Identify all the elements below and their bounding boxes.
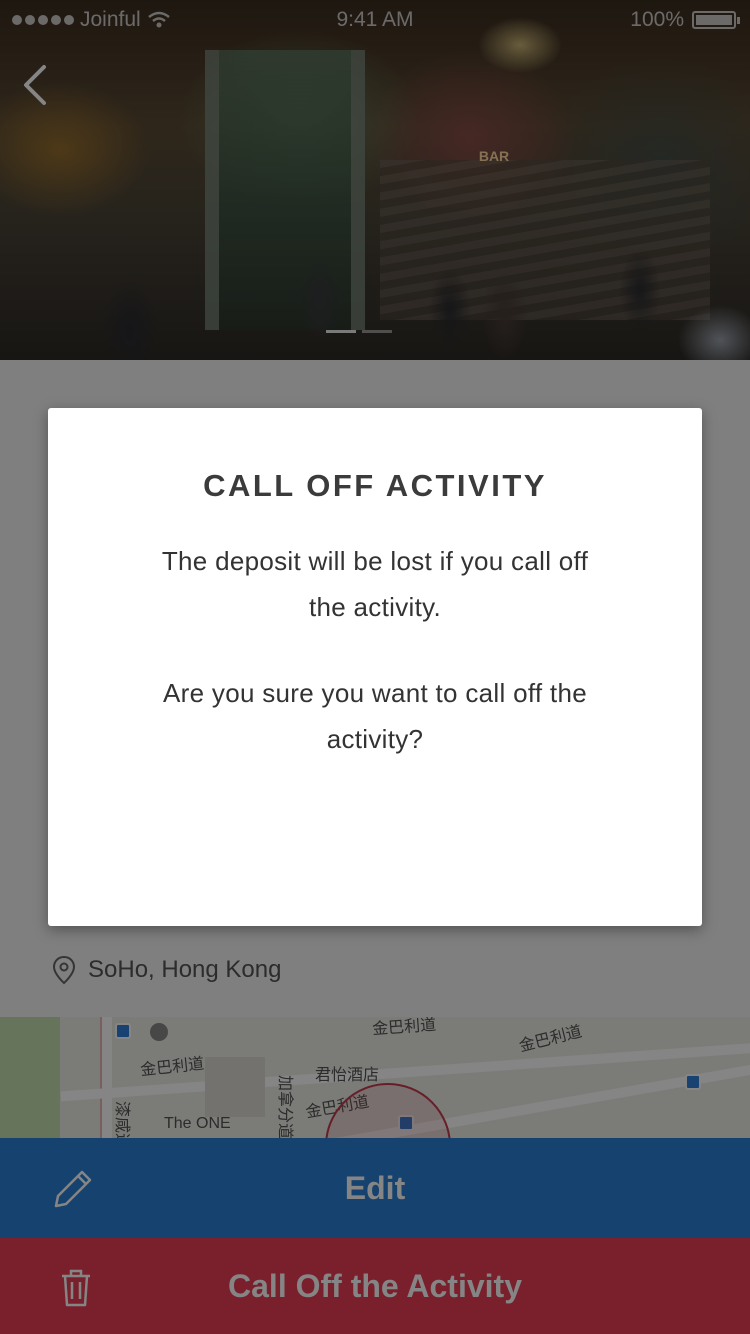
call-off-confirmation-dialog: CALL OFF ACTIVITY The deposit will be lo… [48,408,702,926]
dialog-message: The deposit will be lost if you call off… [161,546,589,622]
dialog-question: Are you sure you want to call off the ac… [163,678,587,754]
dialog-body: The deposit will be lost if you call off… [140,538,610,762]
dialog-title: CALL OFF ACTIVITY [203,468,547,503]
